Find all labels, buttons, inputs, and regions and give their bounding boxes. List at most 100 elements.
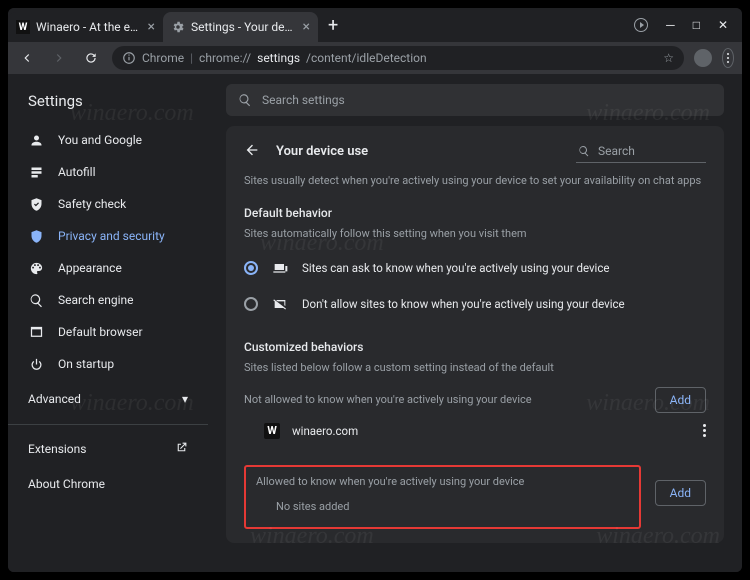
- sidebar: Settings You and Google Autofill Safety …: [8, 74, 208, 572]
- page-search-input[interactable]: Search: [576, 140, 706, 163]
- default-behavior-heading: Default behavior: [244, 206, 706, 220]
- radio-label: Sites can ask to know when you're active…: [302, 261, 609, 275]
- add-allowed-button[interactable]: Add: [655, 480, 706, 506]
- radio-unselected-icon: [244, 297, 258, 311]
- sidebar-item-label: Search engine: [58, 293, 133, 307]
- browser-icon: [28, 324, 44, 340]
- divider: [8, 424, 208, 425]
- sidebar-item-label: Safety check: [58, 197, 126, 211]
- site-row[interactable]: W winaero.com: [244, 413, 706, 445]
- safety-check-icon: [28, 196, 44, 212]
- sidebar-item-privacy-security[interactable]: Privacy and security: [8, 220, 208, 252]
- search-settings-input[interactable]: Search settings: [226, 84, 724, 116]
- customized-behaviors-heading: Customized behaviors: [244, 340, 706, 354]
- not-allowed-label: Not allowed to know when you're actively…: [244, 393, 532, 406]
- allowed-list-header: Allowed to know when you're actively usi…: [244, 457, 706, 529]
- customized-behaviors-subtext: Sites listed below follow a custom setti…: [244, 360, 706, 377]
- external-link-icon: [175, 441, 188, 457]
- forward-button[interactable]: [48, 47, 70, 69]
- sidebar-item-default-browser[interactable]: Default browser: [8, 316, 208, 348]
- power-icon: [28, 356, 44, 372]
- window-controls: ─ □ ✕: [634, 18, 742, 32]
- sidebar-item-on-startup[interactable]: On startup: [8, 348, 208, 380]
- sidebar-item-appearance[interactable]: Appearance: [8, 252, 208, 284]
- search-icon: [28, 292, 44, 308]
- main-panel: Search settings Your device use Search S…: [208, 74, 742, 572]
- chrome-menu-button[interactable]: [722, 48, 734, 68]
- settings-card: Your device use Search Sites usually det…: [226, 126, 724, 543]
- sidebar-extensions-link[interactable]: Extensions: [8, 431, 208, 467]
- sidebar-item-you-and-google[interactable]: You and Google: [8, 124, 208, 156]
- site-favicon: W: [264, 423, 280, 439]
- radio-option-block[interactable]: Don't allow sites to know when you're ac…: [244, 286, 706, 322]
- sidebar-about-chrome[interactable]: About Chrome: [8, 467, 208, 501]
- default-behavior-subtext: Sites automatically follow this setting …: [244, 226, 706, 243]
- favicon-winaero: W: [16, 20, 30, 34]
- site-domain: winaero.com: [292, 424, 358, 438]
- profile-avatar[interactable]: [694, 49, 712, 67]
- radio-label: Don't allow sites to know when you're ac…: [302, 297, 625, 311]
- url-scheme-label: Chrome: [142, 51, 184, 65]
- close-window-button[interactable]: ✕: [718, 18, 728, 32]
- gear-icon: [171, 20, 185, 34]
- new-tab-button[interactable]: +: [318, 15, 348, 36]
- browser-window: W Winaero - At the edge of tweaki × Sett…: [8, 8, 742, 572]
- page-intro-text: Sites usually detect when you're activel…: [244, 173, 706, 190]
- close-icon[interactable]: ×: [303, 20, 310, 34]
- person-icon: [28, 132, 44, 148]
- radio-option-allow[interactable]: Sites can ask to know when you're active…: [244, 250, 706, 286]
- search-placeholder: Search settings: [262, 93, 345, 107]
- chevron-down-icon: ▾: [182, 392, 188, 406]
- minimize-button[interactable]: ─: [666, 18, 675, 32]
- not-allowed-list-header: Not allowed to know when you're actively…: [244, 387, 706, 413]
- site-info-icon[interactable]: [122, 51, 136, 65]
- url-path: /content/idleDetection: [306, 51, 427, 65]
- toolbar: Chrome | chrome://settings/content/idleD…: [8, 42, 742, 74]
- back-arrow-button[interactable]: [244, 142, 260, 162]
- about-label: About Chrome: [28, 477, 105, 491]
- media-control-icon[interactable]: [634, 18, 648, 32]
- tab-winaero[interactable]: W Winaero - At the edge of tweaki ×: [8, 12, 163, 42]
- extensions-label: Extensions: [28, 442, 86, 456]
- allowed-section-highlight: Allowed to know when you're actively usi…: [244, 465, 641, 529]
- maximize-button[interactable]: □: [693, 18, 700, 32]
- settings-content: Settings You and Google Autofill Safety …: [8, 74, 742, 572]
- radio-selected-icon: [244, 261, 258, 275]
- url-host: settings: [257, 51, 300, 65]
- sidebar-item-label: Privacy and security: [58, 229, 165, 243]
- sidebar-item-search-engine[interactable]: Search engine: [8, 284, 208, 316]
- settings-heading: Settings: [8, 82, 208, 124]
- shield-icon: [28, 228, 44, 244]
- close-icon[interactable]: ×: [148, 20, 155, 34]
- autofill-icon: [28, 164, 44, 180]
- appearance-icon: [28, 260, 44, 276]
- sidebar-item-label: You and Google: [58, 133, 142, 147]
- sidebar-item-autofill[interactable]: Autofill: [8, 156, 208, 188]
- sidebar-item-label: Default browser: [58, 325, 143, 339]
- search-icon: [578, 145, 590, 157]
- address-bar[interactable]: Chrome | chrome://settings/content/idleD…: [112, 46, 684, 70]
- site-more-menu[interactable]: [703, 424, 706, 437]
- url-prefix: chrome://: [199, 51, 251, 65]
- allowed-label: Allowed to know when you're actively usi…: [256, 475, 629, 488]
- sidebar-advanced-toggle[interactable]: Advanced ▾: [8, 380, 208, 418]
- titlebar: W Winaero - At the edge of tweaki × Sett…: [8, 8, 742, 42]
- device-blocked-icon: [272, 296, 288, 312]
- device-icon: [272, 260, 288, 276]
- back-button[interactable]: [16, 47, 38, 69]
- page-title: Your device use: [276, 144, 560, 159]
- tab-settings[interactable]: Settings - Your device use ×: [163, 12, 318, 42]
- add-not-allowed-button[interactable]: Add: [655, 387, 706, 413]
- advanced-label: Advanced: [28, 392, 81, 406]
- reload-button[interactable]: [80, 47, 102, 69]
- sidebar-item-safety-check[interactable]: Safety check: [8, 188, 208, 220]
- sidebar-item-label: Autofill: [58, 165, 96, 179]
- bookmark-icon[interactable]: ☆: [663, 51, 674, 65]
- tab-title: Winaero - At the edge of tweaki: [36, 20, 142, 34]
- sidebar-item-label: On startup: [58, 357, 114, 371]
- search-icon: [238, 93, 252, 107]
- no-sites-text: No sites added: [256, 488, 629, 519]
- search-settings-bar: Search settings: [208, 74, 742, 126]
- sidebar-item-label: Appearance: [58, 261, 122, 275]
- tab-title: Settings - Your device use: [191, 20, 297, 34]
